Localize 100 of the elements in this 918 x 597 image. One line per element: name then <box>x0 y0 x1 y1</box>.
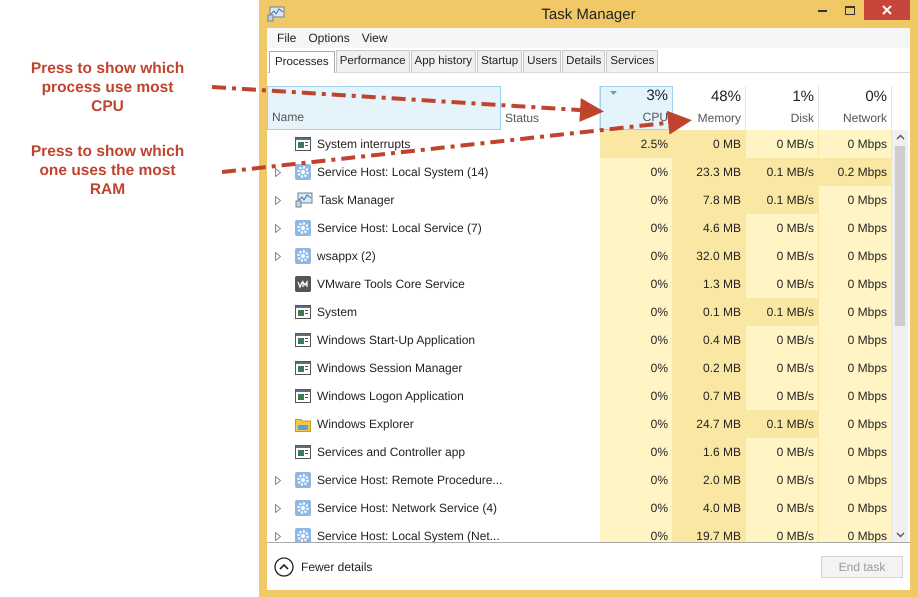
menu-item[interactable]: File <box>271 31 302 45</box>
process-name: Windows Logon Application <box>317 389 464 403</box>
window-icon <box>295 137 311 151</box>
process-name: Task Manager <box>319 193 394 207</box>
table-cell: 19.7 MB <box>673 522 746 542</box>
column-percent: 3% <box>646 87 668 104</box>
table-cell: 0 MB/s <box>746 494 819 522</box>
monitor-icon <box>267 6 285 22</box>
table-cell: 0 MB/s <box>746 382 819 410</box>
table-cell: 0.1 MB/s <box>746 298 819 326</box>
window-icon <box>295 305 311 319</box>
annotation-text: Press to show which one uses the most RAM <box>30 142 186 199</box>
table-cell: 2.5% <box>600 130 673 158</box>
monitor-icon <box>295 192 313 208</box>
column-label: Network <box>842 111 887 125</box>
table-cell: 0 Mbps <box>819 242 892 270</box>
window-icon <box>295 389 311 403</box>
table-cell: 0.7 MB <box>673 382 746 410</box>
process-name: Services and Controller app <box>317 445 466 459</box>
table-cell: 0.1 MB <box>673 298 746 326</box>
window-icon <box>295 333 311 347</box>
column-header[interactable]: Name <box>267 86 501 130</box>
table-cell: 0 MB <box>673 130 746 158</box>
table-cell: 0% <box>600 242 673 270</box>
table-cell: 1.6 MB <box>673 438 746 466</box>
column-label: Status <box>505 111 540 125</box>
table-cell: 4.6 MB <box>673 214 746 242</box>
process-name: Windows Start-Up Application <box>317 333 476 347</box>
table-cell: 0% <box>600 214 673 242</box>
menu-item[interactable]: View <box>356 31 394 45</box>
tab[interactable]: App history <box>410 50 476 72</box>
process-name: Service Host: Local System (14) <box>317 165 488 179</box>
column-label: Name <box>272 110 304 124</box>
table-cell: 0.2 Mbps <box>819 158 892 186</box>
table-cell: 0% <box>600 158 673 186</box>
table-cell: 0 MB/s <box>746 242 819 270</box>
table-cell: 0 Mbps <box>819 438 892 466</box>
table-cell: 0% <box>600 494 673 522</box>
table-cell: 0% <box>600 410 673 438</box>
table-cell: 0% <box>600 270 673 298</box>
table-cell: 0 Mbps <box>819 326 892 354</box>
window-icon <box>295 445 311 459</box>
maximize-icon <box>845 6 855 14</box>
table-cell: 7.8 MB <box>673 186 746 214</box>
table-cell: 24.7 MB <box>673 410 746 438</box>
table-cell: 0 Mbps <box>819 214 892 242</box>
table-cell: 0% <box>600 186 673 214</box>
expand-arrow-icon[interactable] <box>275 476 281 484</box>
expand-arrow-icon[interactable] <box>275 504 281 512</box>
column-label: Disk <box>790 111 814 125</box>
table-cell: 0% <box>600 438 673 466</box>
tab[interactable]: Users <box>523 50 562 72</box>
tab[interactable]: Performance <box>336 50 410 72</box>
close-button[interactable] <box>864 0 910 20</box>
table-cell: 0% <box>600 382 673 410</box>
table-cell: 0.2 MB <box>673 354 746 382</box>
expand-arrow-icon[interactable] <box>275 168 281 176</box>
process-name: VMware Tools Core Service <box>317 277 465 291</box>
table-cell: 0 Mbps <box>819 410 892 438</box>
expand-arrow-icon[interactable] <box>275 252 281 260</box>
minimize-icon <box>818 8 826 12</box>
tab[interactable]: Startup <box>477 50 522 72</box>
process-name: Service Host: Remote Procedure... <box>317 473 502 487</box>
table-cell: 0% <box>600 466 673 494</box>
column-header[interactable]: 3% CPU <box>600 86 673 130</box>
table-cell: 0 Mbps <box>819 270 892 298</box>
table-cell: 0 Mbps <box>819 186 892 214</box>
gear-icon <box>295 220 311 236</box>
scroll-thumb[interactable] <box>895 146 905 326</box>
table-cell: 0 MB/s <box>746 214 819 242</box>
table-cell: 0% <box>600 326 673 354</box>
process-name: Windows Session Manager <box>317 361 462 375</box>
column-percent: 48% <box>710 88 741 105</box>
table-cell: 0 MB/s <box>746 270 819 298</box>
table-cell: 0% <box>600 354 673 382</box>
expand-arrow-icon[interactable] <box>275 532 281 540</box>
column-label: CPU <box>642 110 668 124</box>
process-name: Windows Explorer <box>317 417 414 431</box>
tab[interactable]: Services <box>606 50 658 72</box>
scrollbar[interactable] <box>892 130 908 542</box>
table-cell: 0 Mbps <box>819 354 892 382</box>
expand-arrow-icon[interactable] <box>275 224 281 232</box>
table-cell: 0 Mbps <box>819 298 892 326</box>
vm-icon <box>295 276 311 292</box>
table-cell: 0 MB/s <box>746 438 819 466</box>
process-name: wsappx (2) <box>317 249 376 263</box>
tab[interactable]: Details <box>562 50 606 72</box>
table-cell: 0 MB/s <box>746 522 819 542</box>
sort-caret-icon <box>610 91 617 95</box>
process-name: System <box>317 305 358 319</box>
close-icon <box>882 5 892 15</box>
folder-icon <box>295 416 311 432</box>
table-cell: 1.3 MB <box>673 270 746 298</box>
tab[interactable]: Processes <box>269 51 335 73</box>
table-cell: 0% <box>600 522 673 542</box>
expand-arrow-icon[interactable] <box>275 196 281 204</box>
table-cell: 2.0 MB <box>673 466 746 494</box>
fewer-details-toggle[interactable]: Fewer details <box>274 556 372 576</box>
menu-item[interactable]: Options <box>302 31 356 45</box>
column-label: Memory <box>698 111 741 125</box>
